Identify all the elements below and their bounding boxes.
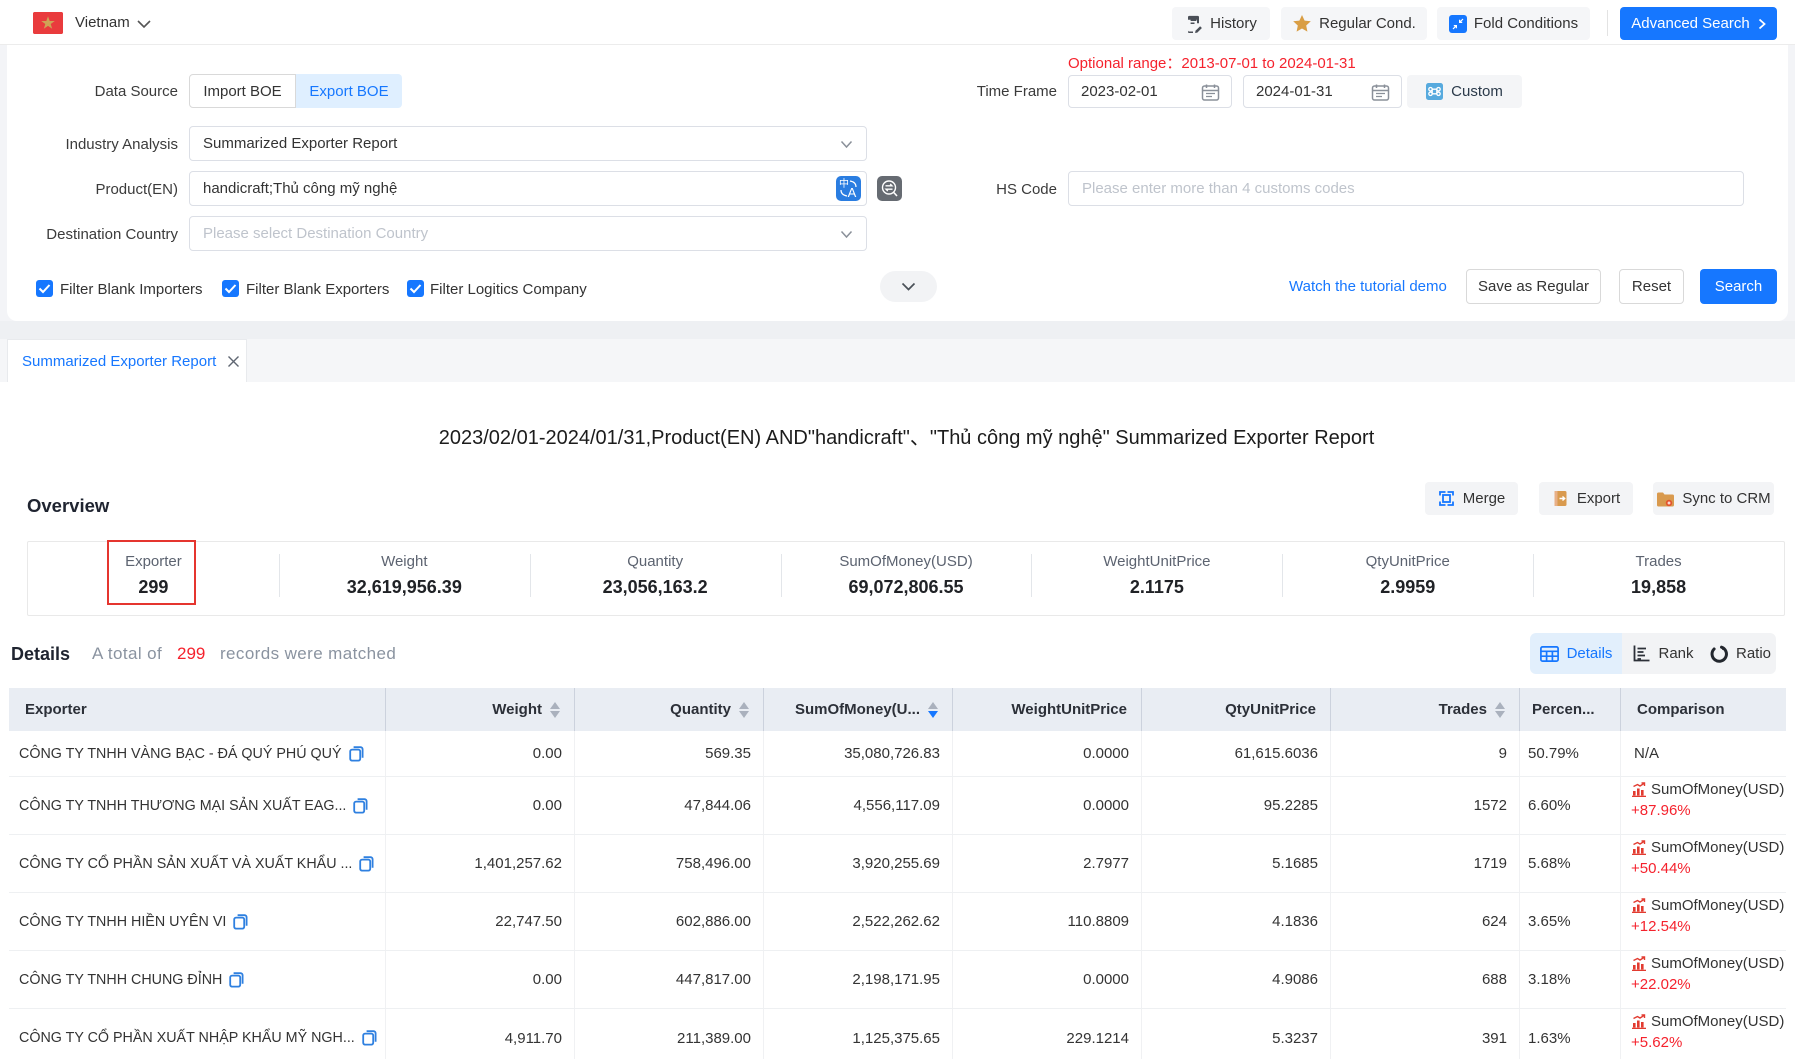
svg-text:A: A	[848, 185, 857, 200]
